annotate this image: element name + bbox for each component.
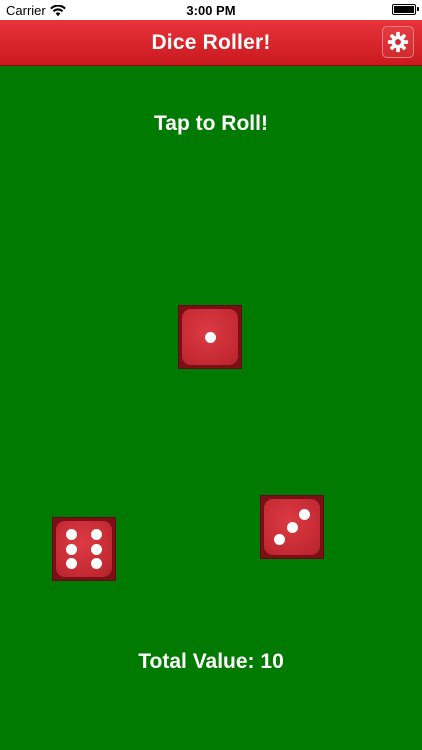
die-six[interactable] [52, 517, 116, 581]
die-pip [204, 331, 216, 343]
gear-icon [387, 31, 409, 53]
die-face [56, 521, 112, 577]
die-pip [90, 558, 102, 570]
die-pip [298, 509, 310, 521]
die-pip [90, 543, 102, 555]
status-time: 3:00 PM [186, 3, 236, 18]
navigation-bar: Dice Roller! [0, 20, 422, 66]
die-pip [66, 528, 78, 540]
tap-to-roll-label: Tap to Roll! [154, 112, 268, 135]
die-pip [286, 521, 298, 533]
total-value-label: Total Value: 10 [138, 650, 284, 673]
die-face [182, 309, 238, 365]
nav-title: Dice Roller! [151, 31, 271, 54]
settings-button[interactable] [382, 26, 414, 58]
die-one[interactable] [178, 305, 242, 369]
status-bar: Carrier 3:00 PM [0, 0, 422, 20]
battery-icon [392, 4, 419, 15]
die-pip [274, 533, 286, 545]
die-pip [66, 543, 78, 555]
die-three[interactable] [260, 495, 324, 559]
dice-roller-screen[interactable]: Carrier 3:00 PM Dice Roller! Tap to Roll… [0, 0, 422, 750]
die-face [264, 499, 320, 555]
die-pip [90, 528, 102, 540]
die-pip [66, 558, 78, 570]
